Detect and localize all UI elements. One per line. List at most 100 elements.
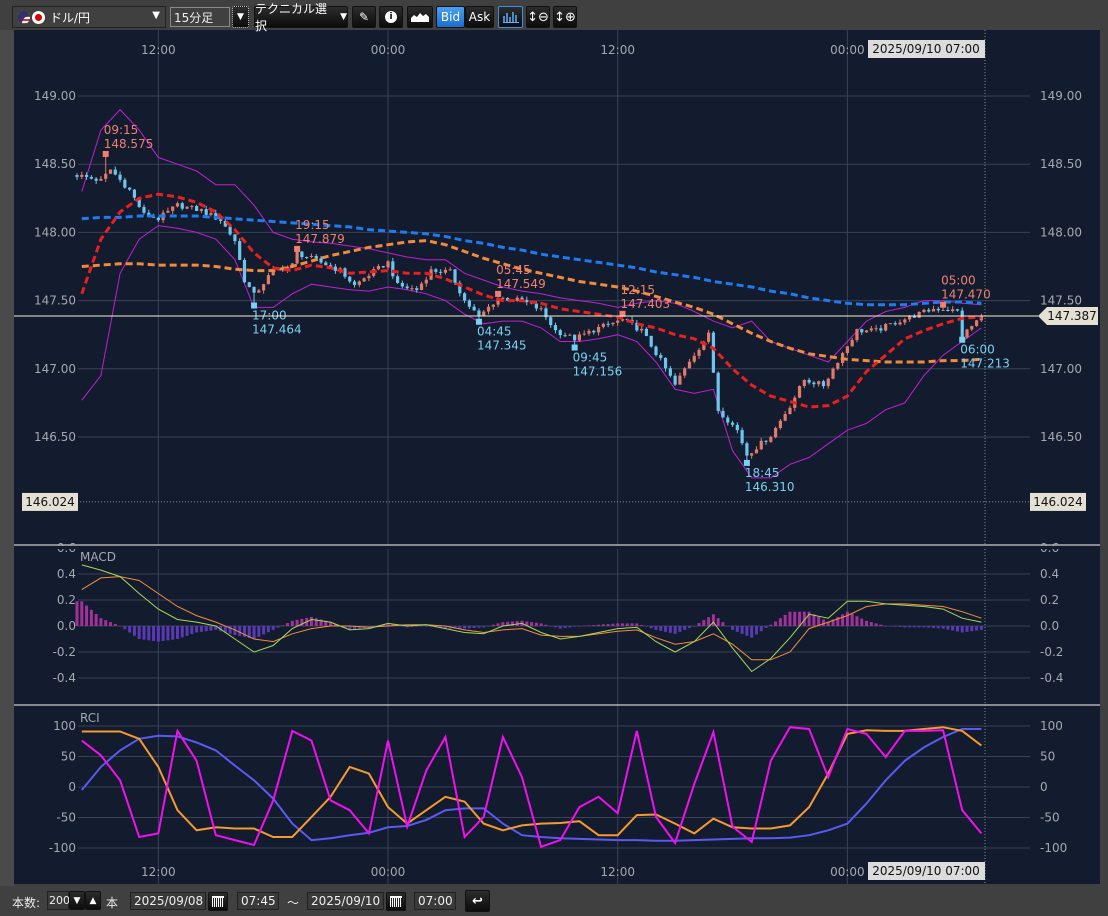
to-time-input[interactable]: 07:00	[414, 892, 456, 910]
candle-bull	[376, 266, 381, 270]
candle-bear	[946, 309, 950, 312]
macd-histogram-bar	[798, 611, 802, 626]
time-label-top: 00:00	[830, 43, 865, 57]
candle-bull	[587, 330, 591, 334]
candle-bull	[295, 251, 299, 264]
candle-bull	[769, 437, 773, 442]
candle-bull	[568, 334, 572, 336]
macd-histogram-bar	[597, 624, 601, 626]
macd-histogram-bar	[970, 626, 974, 632]
chart-canvas[interactable]: 12:00 12:00 00:00 00:00 12:00 12:00 00:00 00:00…	[0, 0, 1108, 916]
from-time-input[interactable]: 07:45	[237, 892, 279, 910]
candle-bear	[860, 329, 864, 333]
macd-histogram-bar	[195, 626, 199, 633]
chart-background	[14, 30, 1100, 884]
zoom-out-button[interactable]: ↕⊖	[526, 6, 550, 28]
macd-histogram-bar	[611, 623, 615, 626]
macd-histogram-bar	[592, 625, 596, 626]
macd-histogram-bar	[534, 622, 538, 626]
candle-bull	[539, 308, 543, 310]
candle-bear	[453, 269, 457, 283]
candle-bull	[175, 203, 180, 207]
macd-histogram-bar	[568, 626, 572, 628]
candle-bull	[108, 169, 113, 174]
info-button[interactable]: i	[379, 6, 403, 28]
macd-histogram-bar	[415, 626, 419, 627]
rci-axis-label-right: 0	[1040, 780, 1048, 794]
to-date-input[interactable]: 2025/09/10	[307, 892, 384, 910]
macd-histogram-bar	[424, 626, 428, 627]
candle-bull	[185, 206, 189, 209]
bid-toggle[interactable]: Bid	[436, 6, 465, 28]
triangle-down-icon: ▼	[73, 895, 81, 906]
timeframe-field[interactable]: 15分足	[170, 7, 230, 27]
candle-bear	[156, 217, 160, 221]
candle-bear	[75, 175, 79, 177]
low-price-label: 147.345	[477, 339, 527, 353]
macd-histogram-bar	[487, 626, 491, 627]
from-date-value: 2025/09/08	[134, 894, 204, 908]
candle-bear	[563, 335, 567, 337]
macd-axis-label-right: 0.4	[1040, 567, 1059, 581]
candle-bear	[649, 335, 653, 347]
price-label-right: 147.00	[1040, 362, 1082, 376]
rci-axis-label-left: -50	[56, 811, 76, 825]
macd-histogram-bar	[190, 626, 194, 635]
candle-bear	[113, 169, 117, 175]
candle-bear	[180, 203, 184, 209]
macd-histogram-bar	[659, 626, 663, 631]
candle-bull	[817, 381, 821, 385]
candle-bear	[242, 259, 247, 283]
macd-histogram-bar	[252, 626, 256, 639]
macd-histogram-bar	[530, 622, 534, 626]
macd-histogram-bar	[75, 601, 79, 626]
apply-range-button[interactable]: ↩	[465, 890, 490, 912]
count-decrease-button[interactable]: ▼	[69, 891, 85, 910]
macd-histogram-bar	[812, 614, 816, 626]
candle-bear	[745, 443, 749, 456]
from-date-input[interactable]: 2025/09/08	[130, 892, 206, 910]
time-label-bottom: 00:00	[830, 865, 865, 879]
candle-bear	[721, 410, 725, 418]
symbol-dropdown[interactable]: ドル/円 ▼	[12, 6, 166, 28]
to-calendar-button[interactable]	[386, 892, 406, 911]
bar-chart-icon	[502, 12, 519, 23]
macd-histogram-bar	[309, 616, 313, 626]
candle-bear	[395, 276, 400, 283]
triangle-up-icon: ▲	[89, 895, 97, 906]
macd-histogram-bar	[630, 623, 634, 626]
count-input[interactable]: 200	[47, 891, 70, 910]
count-increase-button[interactable]: ▲	[85, 891, 101, 910]
candle-bull	[778, 420, 782, 428]
candle-bear	[606, 323, 610, 325]
macd-histogram-bar	[841, 614, 845, 626]
zoom-in-button[interactable]: ↕⊕	[553, 6, 577, 28]
macd-histogram-bar	[884, 626, 888, 627]
low-price-label: 147.156	[573, 365, 623, 379]
candle-bear	[558, 330, 562, 336]
macd-histogram-bar	[850, 613, 854, 626]
macd-histogram-bar	[118, 626, 122, 627]
candle-bull	[850, 340, 854, 347]
candle-bear	[644, 328, 649, 336]
time-label-top: 12:00	[141, 43, 176, 57]
ask-toggle[interactable]: Ask	[465, 6, 494, 28]
macd-histogram-bar	[577, 626, 581, 627]
technical-select-button[interactable]: テクニカル選択 ▼	[254, 2, 348, 33]
chart-type-button[interactable]	[407, 6, 433, 28]
timeframe-dropdown-button[interactable]: ▼	[232, 6, 249, 28]
drawing-tool-button[interactable]: ✎	[352, 6, 376, 28]
candle-bull	[797, 386, 802, 398]
reference-label-right: 146.024	[1033, 495, 1083, 509]
candle-bull	[692, 355, 696, 362]
chevron-down-icon: ▼	[152, 10, 160, 21]
macd-histogram-bar	[281, 625, 285, 626]
candle-bull	[515, 297, 519, 301]
macd-histogram-bar	[262, 626, 266, 635]
candle-bear	[879, 328, 883, 331]
indicator-button[interactable]	[498, 6, 523, 28]
from-calendar-button[interactable]	[208, 892, 228, 911]
macd-histogram-bar	[573, 626, 577, 627]
range-separator: 〜	[287, 896, 300, 910]
zoom-out-icon: ↕⊖	[527, 9, 549, 25]
